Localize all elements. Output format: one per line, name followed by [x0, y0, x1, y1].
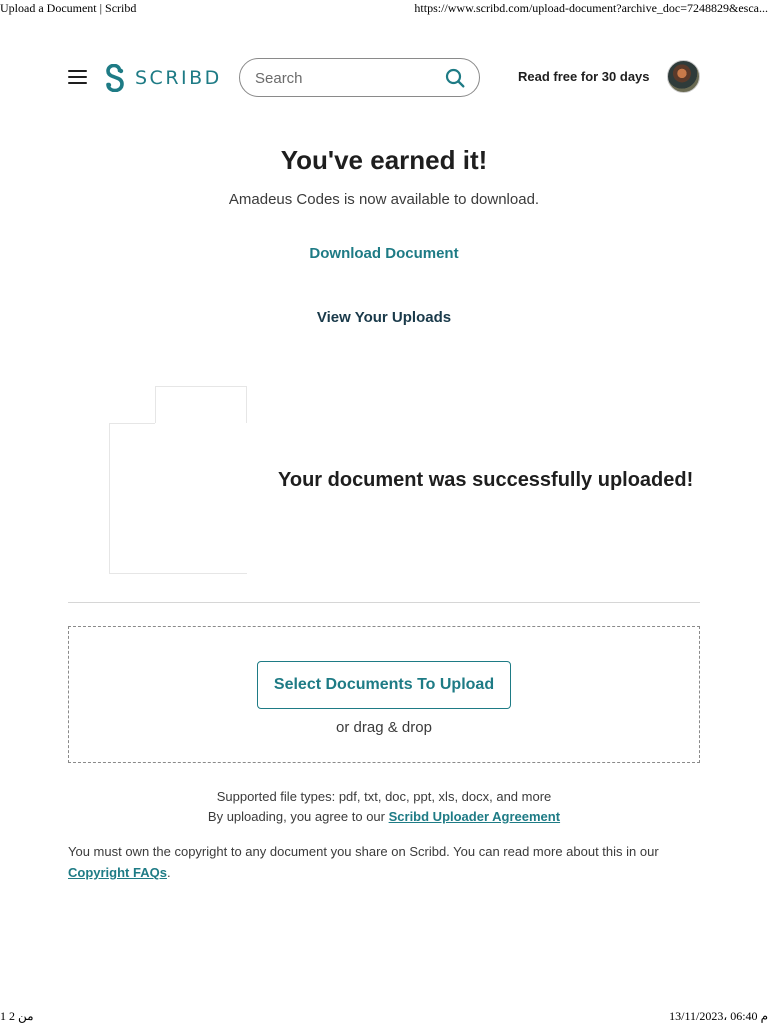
earned-subtitle: Amadeus Codes is now available to downlo…	[228, 191, 540, 208]
print-datetime: 13/11/2023، 06:40 م	[669, 1009, 768, 1023]
copyright-suffix: .	[166, 865, 171, 880]
supported-file-types: Supported file types: pdf, txt, doc, ppt…	[216, 789, 552, 804]
download-document-link[interactable]: Download Document	[309, 245, 458, 262]
scribd-logo[interactable]: SCRIBD	[104, 64, 222, 92]
print-page-number: 1 من 2	[0, 1009, 34, 1023]
print-header: Upload a Document | Scribd https://www.s…	[0, 0, 768, 16]
print-page-url: https://www.scribd.com/upload-document?a…	[414, 1, 768, 15]
user-avatar[interactable]	[667, 60, 700, 93]
search-icon[interactable]	[445, 68, 465, 88]
view-uploads-link[interactable]: View Your Uploads	[317, 309, 451, 326]
print-footer: 1 من 2 13/11/2023، 06:40 م	[0, 1008, 768, 1024]
agreement-prefix: By uploading, you agree to our	[207, 809, 389, 824]
document-thumbnail	[109, 423, 247, 574]
section-divider	[68, 602, 700, 603]
drag-drop-hint: or drag & drop	[336, 719, 432, 736]
logo-wordmark: SCRIBD	[135, 67, 222, 89]
uploads-link-wrapper: View Your Uploads	[0, 309, 768, 327]
search-box	[239, 58, 480, 97]
top-navigation: SCRIBD Read free for 30 days	[68, 58, 700, 98]
copyright-text: You must own the copyright to any docume…	[68, 844, 659, 859]
upload-dropzone[interactable]: Select Documents To Upload or drag & dro…	[68, 626, 700, 763]
read-free-link[interactable]: Read free for 30 days	[518, 69, 650, 84]
hamburger-icon[interactable]	[68, 70, 87, 84]
upload-success-message: Your document was successfully uploaded!	[278, 469, 694, 491]
download-link-wrapper: Download Document	[0, 245, 768, 263]
copyright-faqs-link[interactable]: Copyright FAQs	[68, 865, 167, 880]
search-input[interactable]	[255, 67, 435, 89]
select-documents-button[interactable]: Select Documents To Upload	[257, 661, 511, 709]
scribd-logo-icon	[106, 64, 124, 92]
earned-title: You've earned it!	[280, 145, 488, 175]
thumbnail-edge	[109, 423, 155, 424]
copyright-notice: You must own the copyright to any docume…	[68, 841, 700, 883]
uploader-agreement-link[interactable]: Scribd Uploader Agreement	[389, 809, 560, 824]
print-page-title: Upload a Document | Scribd	[0, 1, 137, 15]
uploader-agreement-line: By uploading, you agree to our Scribd Up…	[0, 809, 768, 824]
